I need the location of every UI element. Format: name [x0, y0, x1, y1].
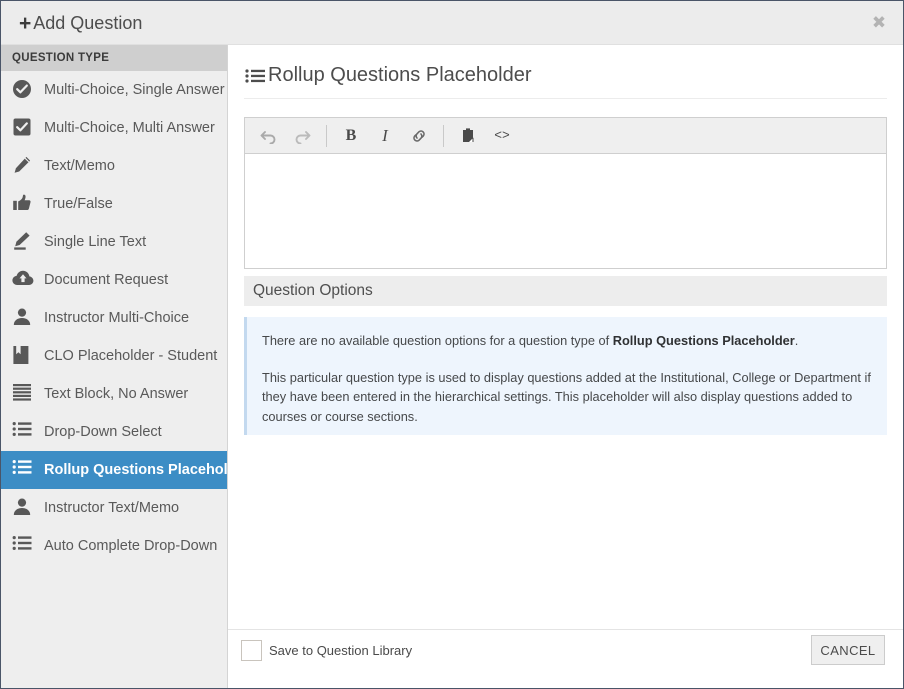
- bullet-list-icon: [244, 67, 266, 85]
- main-panel: Rollup Questions Placeholder B I <> Ques…: [228, 45, 903, 688]
- paste-icon[interactable]: [451, 121, 485, 151]
- bullet-list-icon: [12, 459, 36, 481]
- info-prefix: There are no available question options …: [262, 333, 613, 348]
- cloud-upload-icon: [12, 269, 36, 291]
- sidebar-item-label: Multi-Choice, Single Answer: [44, 82, 225, 98]
- question-options-info-box: There are no available question options …: [244, 317, 887, 435]
- redo-button[interactable]: [285, 121, 319, 151]
- sidebar-item-label: Text/Memo: [44, 158, 115, 174]
- person-icon: [12, 307, 36, 329]
- thumbs-up-icon: [12, 193, 36, 215]
- dialog-header: + Add Question ✖: [1, 1, 903, 45]
- sidebar-item-label: CLO Placeholder - Student: [44, 348, 218, 364]
- editor-content-area[interactable]: [245, 154, 886, 268]
- dialog-title-text: Add Question: [33, 13, 143, 33]
- save-to-library-row: Save to Question Library: [241, 640, 412, 661]
- sidebar-item-label: Instructor Multi-Choice: [44, 310, 190, 326]
- sidebar-item-label: Multi-Choice, Multi Answer: [44, 120, 215, 136]
- sidebar-item-clo-placeholder-student[interactable]: CLO Placeholder - Student: [1, 337, 227, 375]
- sidebar-item-label: True/False: [44, 196, 113, 212]
- info-strong: Rollup Questions Placeholder: [612, 333, 795, 348]
- link-icon[interactable]: [402, 121, 436, 151]
- info-line-1: There are no available question options …: [262, 331, 871, 351]
- sidebar-item-true-false[interactable]: True/False: [1, 185, 227, 223]
- sidebar-item-label: Text Block, No Answer: [44, 386, 189, 402]
- toolbar-divider-2: [443, 124, 444, 147]
- text-lines-icon: [12, 383, 36, 405]
- sidebar-item-document-request[interactable]: Document Request: [1, 261, 227, 299]
- save-to-library-checkbox[interactable]: [241, 640, 262, 661]
- sidebar-item-multi-choice-single-answer[interactable]: Multi-Choice, Single Answer: [1, 71, 227, 109]
- bullet-list-icon: [12, 535, 36, 557]
- plus-icon: +: [19, 12, 32, 35]
- sidebar-item-instructor-text-memo[interactable]: Instructor Text/Memo: [1, 489, 227, 527]
- sidebar-item-instructor-multi-choice[interactable]: Instructor Multi-Choice: [1, 299, 227, 337]
- save-to-library-label: Save to Question Library: [269, 643, 413, 658]
- question-type-sidebar: QUESTION TYPE Multi-Choice, Single Answe…: [1, 45, 228, 688]
- sidebar-heading: QUESTION TYPE: [1, 45, 227, 71]
- page-title: Rollup Questions Placeholder: [268, 64, 532, 86]
- dialog-title: + Add Question: [19, 12, 142, 36]
- main-title-row: Rollup Questions Placeholder: [244, 53, 887, 99]
- sidebar-item-rollup-questions-placeholder[interactable]: Rollup Questions Placeholder: [1, 451, 227, 489]
- sidebar-item-label: Document Request: [44, 272, 169, 288]
- undo-button[interactable]: [251, 121, 285, 151]
- sidebar-item-single-line-text[interactable]: Single Line Text: [1, 223, 227, 261]
- bookmark-icon: [12, 345, 36, 367]
- bullet-list-icon: [12, 421, 36, 443]
- italic-button[interactable]: I: [368, 121, 402, 151]
- sidebar-item-label: Rollup Questions Placeholder: [44, 462, 228, 478]
- pencil-icon: [12, 155, 36, 177]
- question-options-header: Question Options: [244, 276, 887, 306]
- sidebar-item-drop-down-select[interactable]: Drop-Down Select: [1, 413, 227, 451]
- rich-text-editor: B I <>: [244, 117, 887, 269]
- sidebar-item-multi-choice-multi-answer[interactable]: Multi-Choice, Multi Answer: [1, 109, 227, 147]
- dialog-footer: Save to Question Library CANCEL: [228, 629, 903, 688]
- info-suffix: .: [794, 333, 799, 348]
- info-paragraph: This particular question type is used to…: [262, 369, 871, 424]
- sidebar-item-label: Instructor Text/Memo: [44, 500, 180, 516]
- check-circle-icon: [12, 79, 36, 101]
- sidebar-list: Multi-Choice, Single Answer Multi-Choice,…: [1, 71, 227, 565]
- sidebar-item-label: Auto Complete Drop-Down: [44, 538, 218, 554]
- sidebar-item-label: Drop-Down Select: [44, 424, 162, 440]
- pencil-underline-icon: [12, 231, 36, 253]
- person-icon: [12, 497, 36, 519]
- sidebar-item-text-block-no-answer[interactable]: Text Block, No Answer: [1, 375, 227, 413]
- add-question-dialog: + Add Question ✖ QUESTION TYPE Multi-Choi…: [0, 0, 904, 689]
- bold-button[interactable]: B: [334, 121, 368, 151]
- cancel-button[interactable]: CANCEL: [811, 635, 885, 665]
- source-code-button[interactable]: <>: [485, 121, 519, 151]
- toolbar-divider-1: [326, 124, 327, 147]
- sidebar-item-auto-complete-drop-down[interactable]: Auto Complete Drop-Down: [1, 527, 227, 565]
- editor-toolbar: B I <>: [245, 118, 886, 154]
- check-square-icon: [12, 117, 36, 139]
- close-icon[interactable]: ✖: [869, 13, 889, 33]
- sidebar-item-text-memo[interactable]: Text/Memo: [1, 147, 227, 185]
- sidebar-item-label: Single Line Text: [44, 234, 147, 250]
